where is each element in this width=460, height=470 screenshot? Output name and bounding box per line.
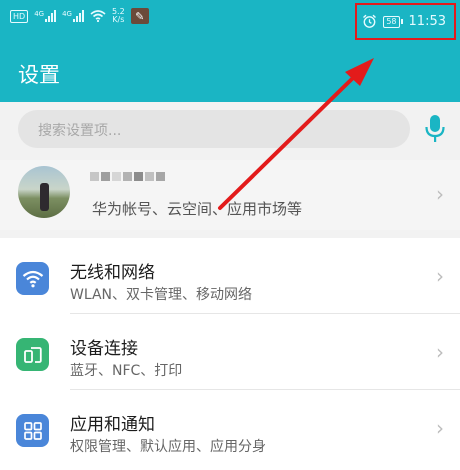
wifi-status-icon	[90, 10, 106, 22]
settings-item-wireless-network[interactable]: 无线和网络 WLAN、双卡管理、移动网络 ›	[0, 238, 460, 314]
signal-icon: 4G	[62, 10, 84, 22]
status-right-highlight: 58 11:53	[355, 3, 456, 40]
avatar	[18, 166, 70, 218]
account-row[interactable]: 华为帐号、云空间、应用市场等 ›	[0, 160, 460, 230]
apps-grid-icon	[16, 414, 49, 447]
page-title: 设置	[18, 63, 60, 87]
battery-icon: 58	[383, 15, 403, 28]
chevron-right-icon: ›	[436, 340, 444, 364]
settings-item-title: 设备连接	[70, 339, 138, 359]
chevron-right-icon: ›	[436, 416, 444, 440]
chevron-right-icon: ›	[436, 264, 444, 288]
microphone-icon[interactable]	[424, 114, 446, 144]
title-bar: 设置	[0, 44, 460, 102]
network-type-label: 4G	[34, 10, 45, 18]
device-connection-icon	[16, 338, 49, 371]
search-placeholder: 搜索设置项...	[38, 123, 122, 139]
account-subtitle: 华为帐号、云空间、应用市场等	[92, 200, 303, 218]
network-speed-unit: K/s	[112, 15, 125, 24]
blurred-account-name	[90, 172, 165, 181]
signal-icon: 4G	[34, 10, 57, 22]
settings-item-device-connection[interactable]: 设备连接 蓝牙、NFC、打印 ›	[0, 314, 460, 390]
settings-item-title: 应用和通知	[70, 415, 155, 435]
clock: 11:53	[408, 14, 446, 29]
chevron-right-icon: ›	[436, 182, 444, 206]
settings-item-title: 无线和网络	[70, 263, 155, 283]
settings-item-subtitle: WLAN、双卡管理、移动网络	[70, 287, 253, 303]
alarm-icon	[363, 14, 377, 28]
network-type-label: 4G	[62, 10, 72, 18]
settings-item-subtitle: 权限管理、默认应用、应用分身	[70, 439, 266, 455]
settings-item-apps-notifications[interactable]: 应用和通知 权限管理、默认应用、应用分身 ›	[0, 390, 460, 466]
network-speed: 5.2 K/s	[112, 8, 125, 24]
search-input[interactable]: 搜索设置项...	[18, 110, 410, 148]
hd-badge: HD	[10, 9, 29, 23]
status-bar: HD 4G 4G 5.2 K/s ✎ 58 11:53	[0, 0, 460, 44]
wifi-icon	[16, 262, 49, 295]
status-left-group: HD 4G 4G 5.2 K/s ✎	[10, 8, 149, 24]
battery-level: 58	[383, 15, 400, 28]
settings-item-subtitle: 蓝牙、NFC、打印	[70, 363, 183, 379]
app-notification-icon: ✎	[130, 8, 149, 24]
settings-list: 无线和网络 WLAN、双卡管理、移动网络 › 设备连接 蓝牙、NFC、打印 › …	[0, 238, 460, 470]
